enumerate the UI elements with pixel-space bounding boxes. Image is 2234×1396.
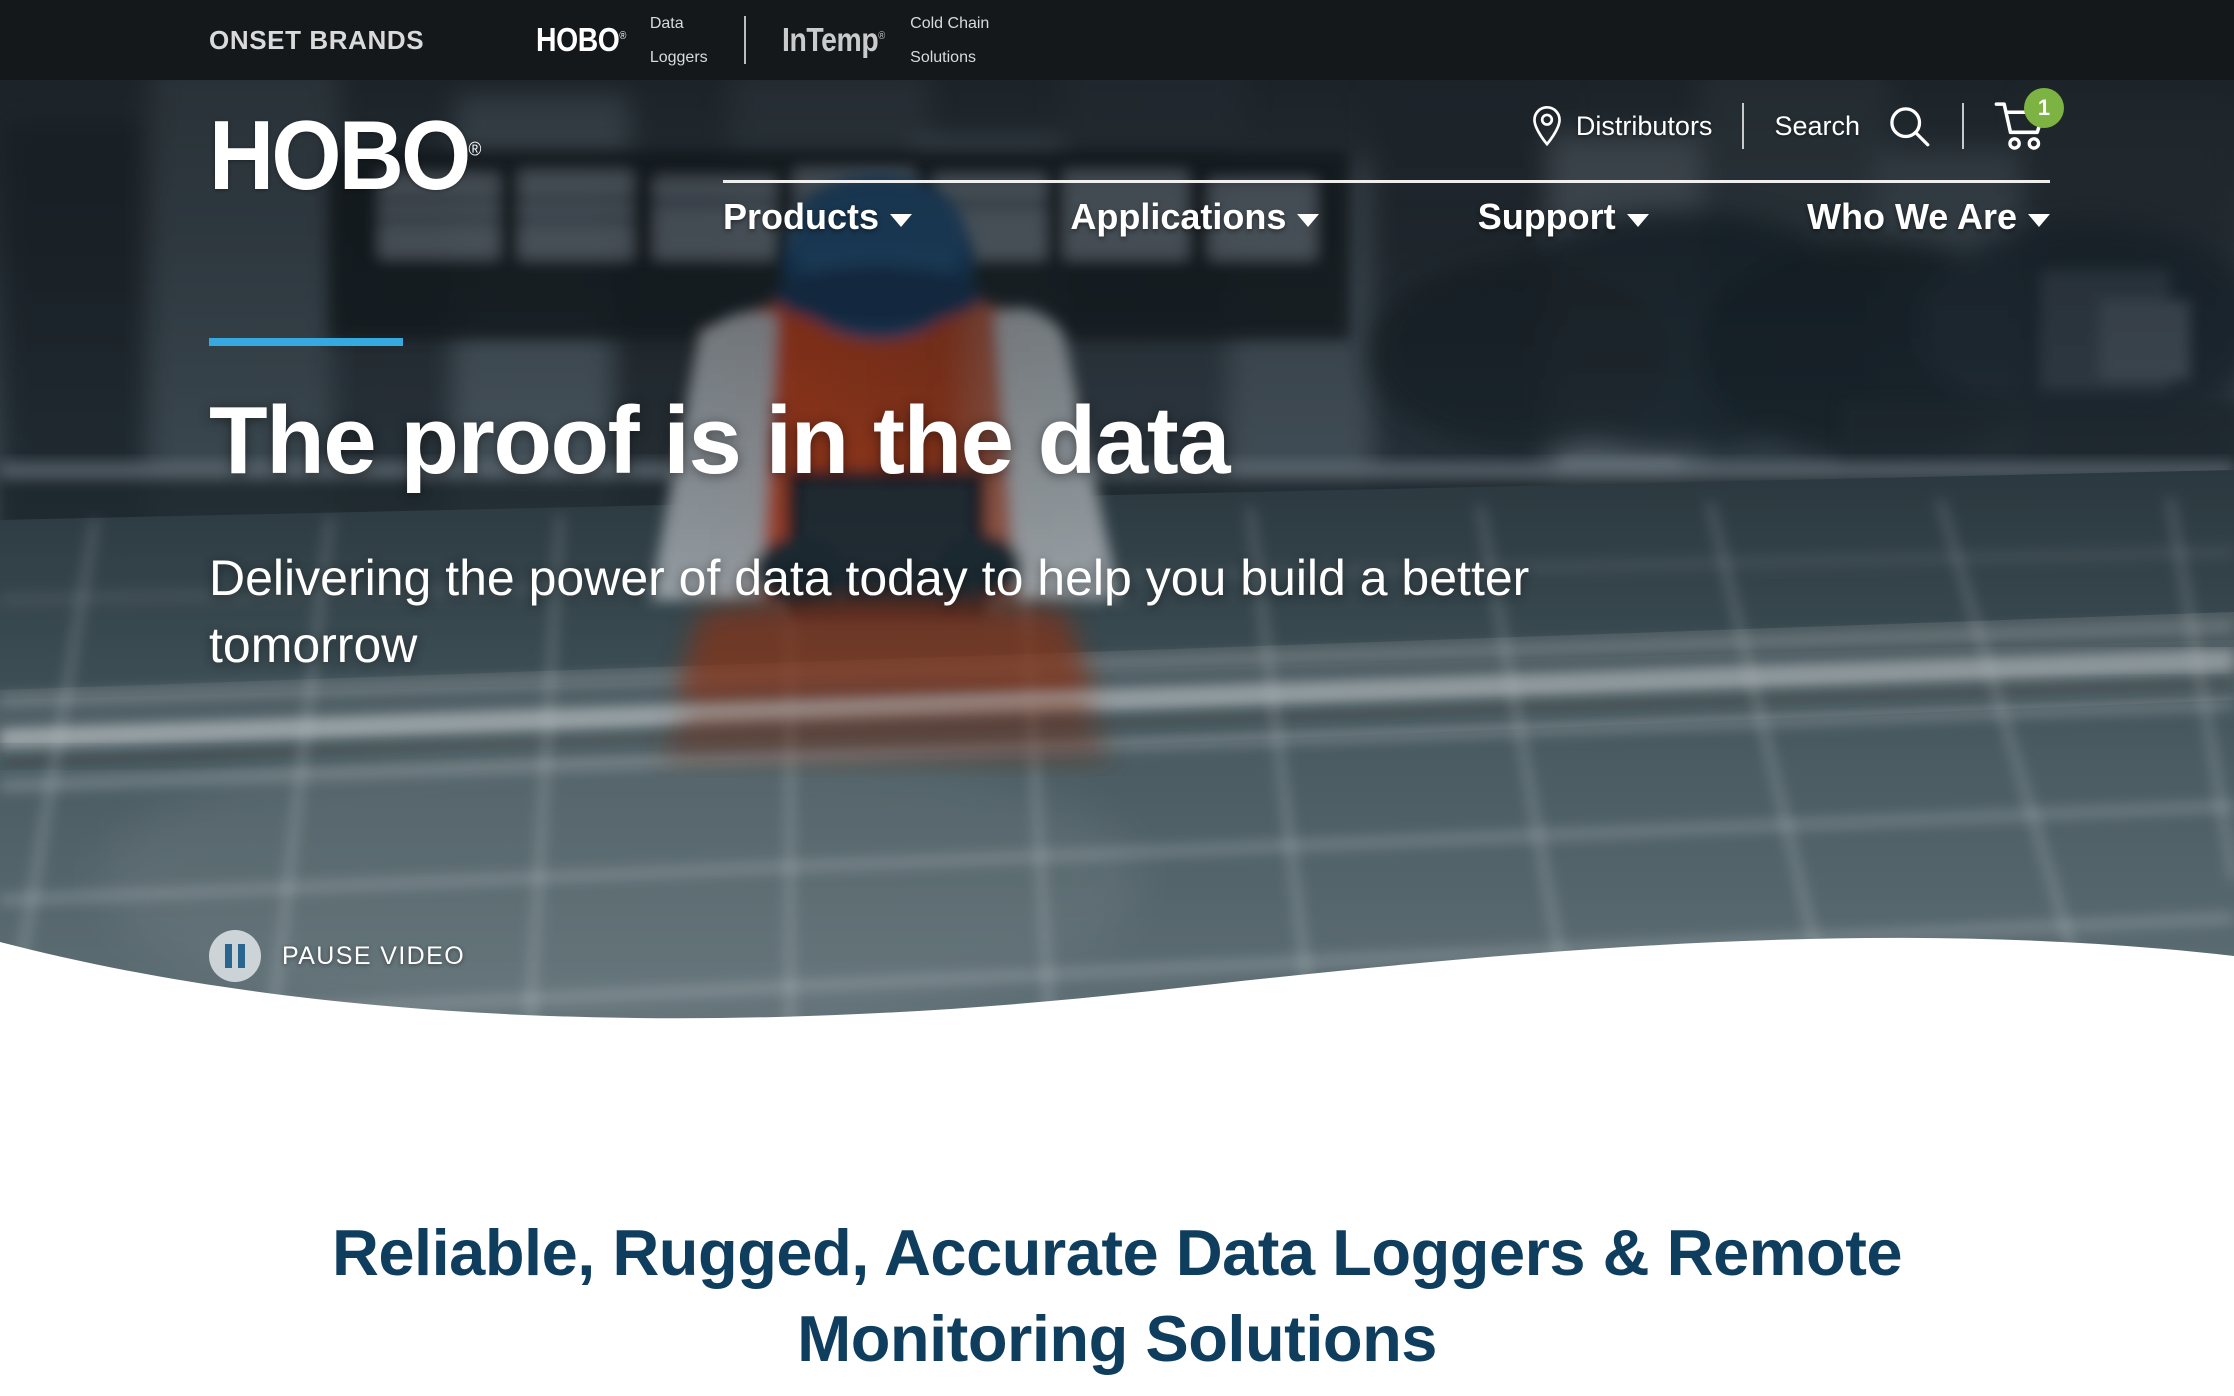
brand-hobo-text: HOBO: [536, 21, 620, 58]
nav-label-products: Products: [723, 196, 880, 237]
hero-copy-block: The proof is in the data Delivering the …: [209, 338, 1569, 679]
chevron-down-icon: [1626, 213, 1649, 227]
nav-item-applications[interactable]: Applications: [1070, 196, 1320, 238]
pause-video-button[interactable]: PAUSE VIDEO: [209, 930, 465, 982]
nav-divider-rule: [723, 180, 2050, 183]
utility-divider-1: [1742, 103, 1745, 149]
brand-hobo-sub-line1: Data: [649, 14, 684, 32]
onset-brands-label: ONSET BRANDS: [209, 24, 425, 55]
pause-video-label: PAUSE VIDEO: [282, 941, 466, 970]
search-link[interactable]: Search: [1774, 111, 1860, 142]
nav-item-support[interactable]: Support: [1478, 196, 1649, 238]
utility-nav: Distributors Search 1: [1530, 88, 2064, 152]
hobo-logo-registered: ®: [468, 139, 482, 161]
utility-divider-2: [1962, 103, 1964, 149]
hero-video-stage: ONSET BRANDS HOBO® Data Loggers InTemp® …: [0, 0, 2234, 1060]
hobo-logo-home-link[interactable]: HOBO®: [209, 106, 481, 204]
brand-logo-hobo[interactable]: HOBO® Data Loggers: [536, 0, 707, 83]
chevron-down-icon: [890, 213, 913, 227]
site-header: HOBO® Distributors Search 1 Products App…: [0, 80, 2234, 245]
brand-hobo-registered: ®: [619, 30, 627, 42]
hero-title: The proof is in the data: [209, 387, 1231, 494]
hobo-logo-text: HOBO: [209, 100, 471, 210]
brand-hobo-subtitle: Data Loggers: [650, 0, 708, 83]
main-navigation: Products Applications Support Who We Are: [723, 196, 2050, 238]
magnifier-icon[interactable]: [1886, 103, 1932, 149]
cart-link[interactable]: 1: [1994, 88, 2064, 152]
pause-bar-left: [225, 944, 232, 968]
brand-intemp-sub-line2: Solutions: [910, 48, 976, 66]
brand-intemp-text: InTemp: [781, 21, 879, 58]
nav-label-applications: Applications: [1070, 196, 1287, 237]
onset-brand-bar: ONSET BRANDS HOBO® Data Loggers InTemp® …: [0, 0, 2234, 80]
brand-intemp-sub-line1: Cold Chain: [910, 14, 990, 32]
brand-logo-intemp[interactable]: InTemp® Cold Chain Solutions: [782, 0, 990, 83]
hero-accent-bar: [209, 338, 403, 346]
hero-subtitle: Delivering the power of data today to he…: [209, 550, 1530, 673]
map-pin-icon: [1530, 106, 1564, 146]
brand-bar-divider: [743, 16, 746, 64]
pause-icon: [209, 930, 261, 982]
brand-intemp-registered: ®: [877, 30, 885, 42]
section-heading: Reliable, Rugged, Accurate Data Loggers …: [331, 1216, 1903, 1376]
pause-bar-right: [238, 944, 245, 968]
cart-count-badge: 1: [2024, 88, 2064, 128]
brand-bar-inner: ONSET BRANDS HOBO® Data Loggers InTemp® …: [209, 0, 989, 83]
search-label: Search: [1774, 110, 1860, 141]
nav-label-support: Support: [1477, 196, 1616, 237]
nav-label-who-we-are: Who We Are: [1806, 196, 2017, 237]
brand-hobo-wordmark: HOBO®: [536, 21, 626, 59]
chevron-down-icon: [2028, 213, 2050, 227]
nav-item-who-we-are[interactable]: Who We Are: [1807, 196, 2050, 238]
page-root: ONSET BRANDS HOBO® Data Loggers InTemp® …: [0, 0, 2234, 1396]
distributors-link[interactable]: Distributors: [1530, 106, 1713, 146]
brand-intemp-wordmark: InTemp®: [782, 21, 885, 59]
brand-intemp-subtitle: Cold Chain Solutions: [910, 0, 989, 83]
chevron-down-icon: [1297, 213, 1320, 227]
distributors-label: Distributors: [1575, 110, 1713, 141]
intro-section: Reliable, Rugged, Accurate Data Loggers …: [0, 1060, 2234, 1396]
brand-hobo-sub-line2: Loggers: [649, 48, 708, 66]
nav-item-products[interactable]: Products: [723, 196, 913, 238]
